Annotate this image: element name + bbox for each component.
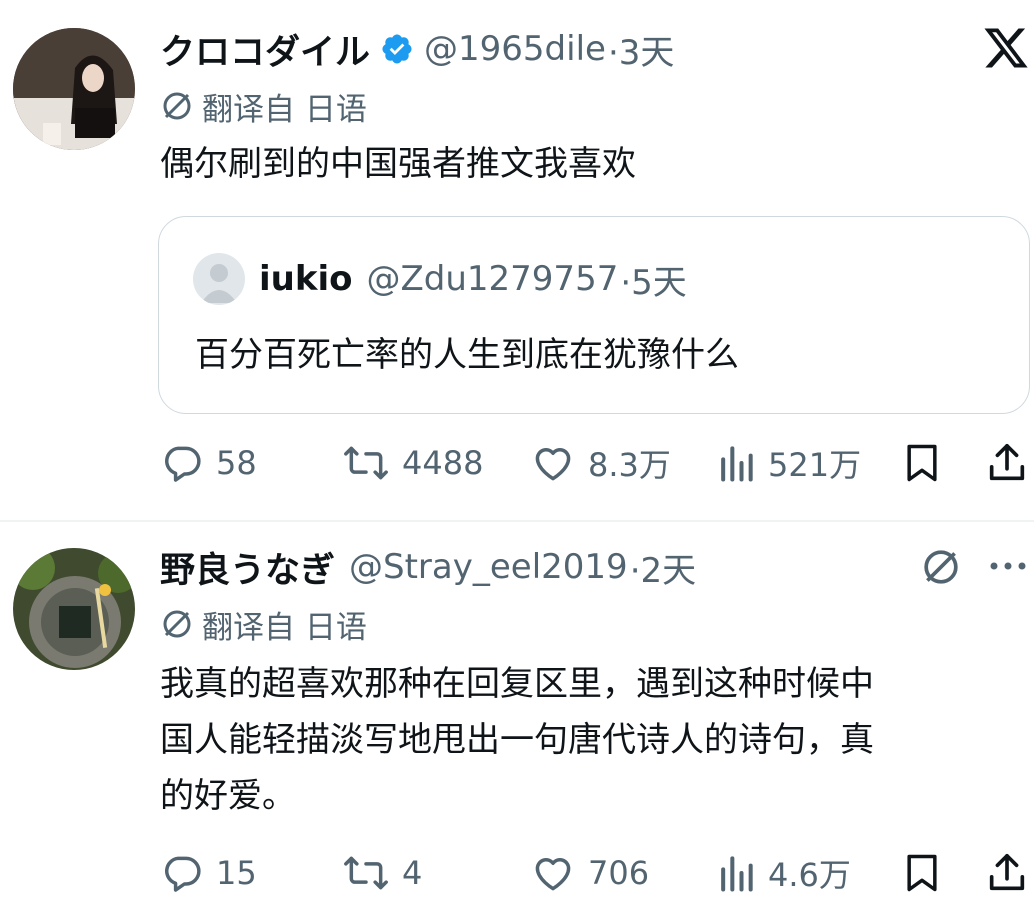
display-name[interactable]: クロコダイル <box>160 24 370 75</box>
translate-icon <box>160 89 194 123</box>
tweet-text-line: 国人能轻描淡写地甩出一句唐代诗人的诗句，真 <box>160 720 874 760</box>
quote-display-name: iukio <box>259 259 353 299</box>
tweet-text-line: 我真的超喜欢那种在回复区里，遇到这种时候中 <box>160 664 874 704</box>
reply-icon <box>160 441 204 485</box>
translate-icon <box>160 607 194 641</box>
translation-label[interactable]: 翻译自 日语 <box>160 602 367 646</box>
handle[interactable]: @Stray_eel2019 <box>349 547 628 587</box>
timestamp[interactable]: ·3天 <box>608 25 674 74</box>
handle[interactable]: @1965dile <box>424 29 606 69</box>
views-icon <box>716 441 756 485</box>
quote-text: 百分百死亡率的人生到底在犹豫什么 <box>195 335 739 375</box>
repost-count: 4 <box>402 854 423 892</box>
like-count: 706 <box>588 854 650 892</box>
like-button[interactable]: 8.3万 <box>530 440 671 486</box>
share-icon[interactable] <box>984 850 1030 900</box>
display-name[interactable]: 野良うなぎ <box>160 542 335 593</box>
like-icon <box>530 441 576 485</box>
repost-icon <box>342 441 390 485</box>
views-count: 4.6万 <box>768 856 851 894</box>
repost-count: 4488 <box>402 444 484 482</box>
avatar-quote <box>193 253 245 305</box>
like-count: 8.3万 <box>588 446 671 484</box>
reply-count: 58 <box>216 444 257 482</box>
tweet-text: 我真的超喜欢那种在回复区里，遇到这种时候中 国人能轻描淡写地甩出一句唐代诗人的诗… <box>160 656 1030 824</box>
quote-handle: @Zdu1279757 <box>366 259 619 299</box>
like-button[interactable]: 706 <box>530 850 649 896</box>
reply-button[interactable]: 15 <box>160 850 257 896</box>
timestamp[interactable]: ·2天 <box>630 543 696 592</box>
translation-text: 翻译自 日语 <box>202 609 367 646</box>
verified-badge-icon <box>380 32 414 66</box>
repost-icon <box>342 851 390 895</box>
views-button[interactable]: 4.6万 <box>716 850 851 896</box>
tweet-text: 偶尔刷到的中国强者推文我喜欢 <box>160 144 636 184</box>
like-icon <box>530 851 576 895</box>
bookmark-icon[interactable] <box>900 850 944 900</box>
views-button[interactable]: 521万 <box>716 440 861 486</box>
tweet-divider <box>0 520 1034 522</box>
tweet-text-line: 的好爱。 <box>160 776 296 816</box>
reply-count: 15 <box>216 854 257 892</box>
avatar-tweet2[interactable] <box>13 548 135 670</box>
reply-icon <box>160 851 204 895</box>
x-logo-icon[interactable] <box>982 24 1030 72</box>
views-icon <box>716 851 756 895</box>
avatar-tweet1[interactable] <box>13 28 135 150</box>
grok-translate-icon[interactable] <box>920 546 962 592</box>
quote-timestamp: ·5天 <box>620 262 687 303</box>
translation-label[interactable]: 翻译自 日语 <box>160 84 367 128</box>
repost-button[interactable]: 4 <box>342 850 422 896</box>
translation-text: 翻译自 日语 <box>202 91 367 128</box>
repost-button[interactable]: 4488 <box>342 440 483 486</box>
share-icon[interactable] <box>984 440 1030 490</box>
more-icon[interactable] <box>988 556 1028 580</box>
quote-tweet-card[interactable]: iukio @Zdu1279757 ·5天 百分百死亡率的人生到底在犹豫什么 <box>158 216 1030 414</box>
bookmark-icon[interactable] <box>900 440 944 490</box>
reply-button[interactable]: 58 <box>160 440 257 486</box>
views-count: 521万 <box>768 446 862 484</box>
